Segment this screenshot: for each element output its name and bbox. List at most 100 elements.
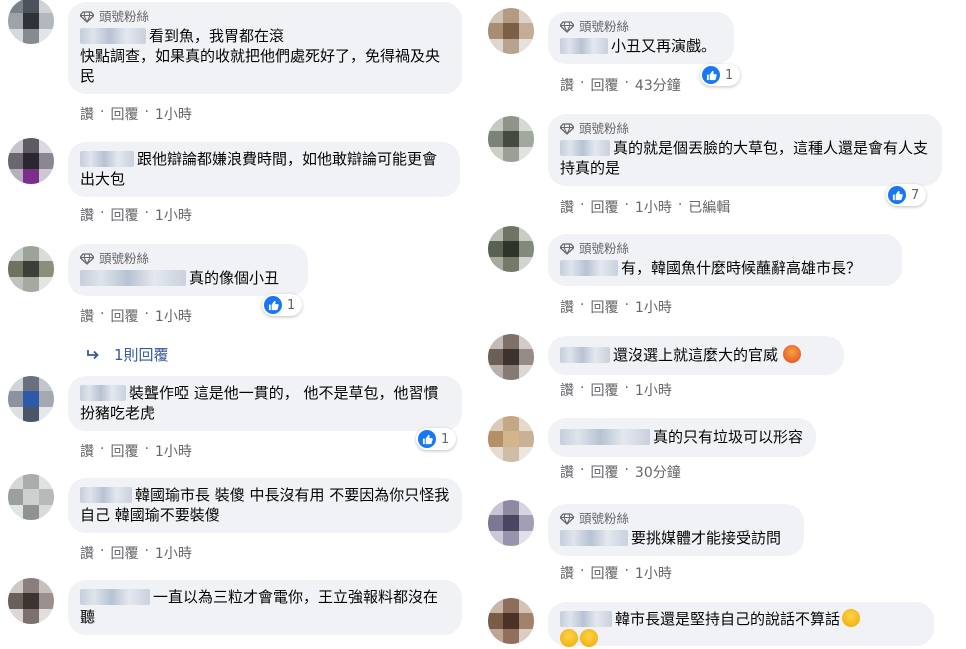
reply-link[interactable]: 回覆 xyxy=(110,543,138,563)
author-name[interactable] xyxy=(560,530,628,546)
reply-link[interactable]: 回覆 xyxy=(110,306,138,326)
author-name[interactable] xyxy=(560,260,618,276)
like-count: 1 xyxy=(725,67,734,83)
like-link[interactable]: 讚 xyxy=(560,380,574,400)
comment-bubble: 頭號粉絲 小丑又再演戲。 xyxy=(548,12,734,64)
comment-text: 小丑又再演戲。 xyxy=(611,37,717,55)
author-name[interactable] xyxy=(560,38,608,54)
comment-text: 韓國瑜市長 裝傻 中長沒有用 不要因為你只怪我自己 韓國瑜不要裝傻 xyxy=(80,486,450,524)
comment-actions: 讚 · 回覆 · 1小時 xyxy=(80,104,192,124)
author-name[interactable] xyxy=(80,270,186,286)
comment-text: 真的只有垃圾可以形容 xyxy=(653,428,804,446)
like-link[interactable]: 讚 xyxy=(80,205,94,225)
reaction-count[interactable]: 1 xyxy=(416,428,457,450)
author-name[interactable] xyxy=(560,611,612,627)
reply-link[interactable]: 回覆 xyxy=(590,75,618,95)
like-link[interactable]: 讚 xyxy=(80,441,94,461)
comment-actions: 讚 · 回覆 · 1小時 xyxy=(80,543,192,563)
avatar[interactable] xyxy=(8,246,54,292)
like-link[interactable]: 讚 xyxy=(80,306,94,326)
avatar[interactable] xyxy=(488,416,534,462)
avatar[interactable] xyxy=(8,578,54,624)
top-fan-badge: 頭號粉絲 xyxy=(560,121,930,137)
author-name[interactable] xyxy=(80,385,126,401)
thumbs-up-icon xyxy=(702,66,720,84)
laughing-face-emoji-icon xyxy=(560,629,578,647)
avatar[interactable] xyxy=(488,500,534,546)
comment-bubble: 頭號粉絲 有，韓國魚什麼時候蘸辭高雄市長？ xyxy=(548,234,902,286)
comment-bubble: 跟他辯論都嫌浪費時間，如他敢辯論可能更會出大包 xyxy=(68,142,460,197)
like-link[interactable]: 讚 xyxy=(560,197,574,217)
view-replies-link[interactable]: 1則回覆 xyxy=(86,344,169,365)
comment-actions: 讚 · 回覆 · 30分鐘 xyxy=(560,462,681,482)
comment-text: 有，韓國魚什麼時候蘸辭高雄市長？ xyxy=(621,259,862,277)
timestamp[interactable]: 30分鐘 xyxy=(635,462,681,482)
reply-link[interactable]: 回覆 xyxy=(590,380,618,400)
author-name[interactable] xyxy=(560,429,650,445)
laughing-face-emoji-icon xyxy=(580,629,598,647)
avatar[interactable] xyxy=(8,0,54,44)
author-name[interactable] xyxy=(560,140,610,156)
like-link[interactable]: 讚 xyxy=(80,104,94,124)
comment-bubble: 頭號粉絲 要挑媒體才能接受訪問 xyxy=(548,504,804,556)
avatar[interactable] xyxy=(488,226,534,272)
comment-actions: 讚 · 回覆 · 1小時 xyxy=(80,441,192,461)
avatar[interactable] xyxy=(8,376,54,422)
timestamp[interactable]: 1小時 xyxy=(635,380,672,400)
reply-link[interactable]: 回覆 xyxy=(590,462,618,482)
comment-bubble: 韓國瑜市長 裝傻 中長沒有用 不要因為你只怪我自己 韓國瑜不要裝傻 xyxy=(68,478,462,533)
reply-link[interactable]: 回覆 xyxy=(590,197,618,217)
timestamp[interactable]: 43分鐘 xyxy=(635,75,681,95)
reaction-count[interactable]: 1 xyxy=(262,294,303,316)
avatar[interactable] xyxy=(8,474,54,520)
reaction-count[interactable]: 1 xyxy=(700,64,741,86)
timestamp[interactable]: 1小時 xyxy=(155,205,192,225)
like-link[interactable]: 讚 xyxy=(560,75,574,95)
avatar[interactable] xyxy=(488,334,534,380)
comment-bubble: 頭號粉絲 真的像個小丑 xyxy=(68,244,308,296)
reaction-count[interactable]: 7 xyxy=(886,184,927,206)
reply-arrow-icon xyxy=(87,349,99,359)
author-name[interactable] xyxy=(80,589,150,605)
like-link[interactable]: 讚 xyxy=(560,462,574,482)
avatar[interactable] xyxy=(488,598,534,644)
diamond-icon xyxy=(560,243,574,255)
comment-text: 裝聾作啞 這是他一貫的， 他不是草包，他習慣扮豬吃老虎 xyxy=(80,384,439,422)
comment-actions: 讚 · 回覆 · 1小時 xyxy=(560,297,672,317)
author-name[interactable] xyxy=(560,347,610,363)
like-count: 1 xyxy=(287,297,296,313)
edited-label[interactable]: 已編輯 xyxy=(688,197,730,217)
replies-count-label[interactable]: 1則回覆 xyxy=(114,344,169,365)
timestamp[interactable]: 1小時 xyxy=(635,297,672,317)
like-link[interactable]: 讚 xyxy=(560,297,574,317)
reply-link[interactable]: 回覆 xyxy=(110,205,138,225)
top-fan-badge: 頭號粉絲 xyxy=(560,19,722,35)
avatar[interactable] xyxy=(8,138,54,184)
reply-link[interactable]: 回覆 xyxy=(110,104,138,124)
top-fan-badge: 頭號粉絲 xyxy=(560,241,890,257)
thumbs-up-icon xyxy=(888,186,906,204)
avatar[interactable] xyxy=(488,8,534,54)
like-link[interactable]: 讚 xyxy=(560,563,574,583)
badge-label: 頭號粉絲 xyxy=(99,251,150,266)
diamond-icon xyxy=(560,123,574,135)
timestamp[interactable]: 1小時 xyxy=(155,104,192,124)
laughing-face-emoji-icon xyxy=(842,609,861,627)
comment-text: 韓市長還是堅持自己的說話不算話 xyxy=(615,610,841,628)
diamond-icon xyxy=(80,11,94,23)
like-link[interactable]: 讚 xyxy=(80,543,94,563)
timestamp[interactable]: 1小時 xyxy=(155,306,192,326)
author-name[interactable] xyxy=(80,487,132,503)
reply-link[interactable]: 回覆 xyxy=(590,297,618,317)
author-name[interactable] xyxy=(80,151,134,167)
diamond-icon xyxy=(80,253,94,265)
timestamp[interactable]: 1小時 xyxy=(155,543,192,563)
author-name[interactable] xyxy=(80,28,146,44)
timestamp[interactable]: 1小時 xyxy=(635,563,672,583)
comment-bubble: 真的只有垃圾可以形容 xyxy=(548,418,816,457)
reply-link[interactable]: 回覆 xyxy=(110,441,138,461)
reply-link[interactable]: 回覆 xyxy=(590,563,618,583)
timestamp[interactable]: 1小時 xyxy=(635,197,672,217)
timestamp[interactable]: 1小時 xyxy=(155,441,192,461)
avatar[interactable] xyxy=(488,116,534,162)
